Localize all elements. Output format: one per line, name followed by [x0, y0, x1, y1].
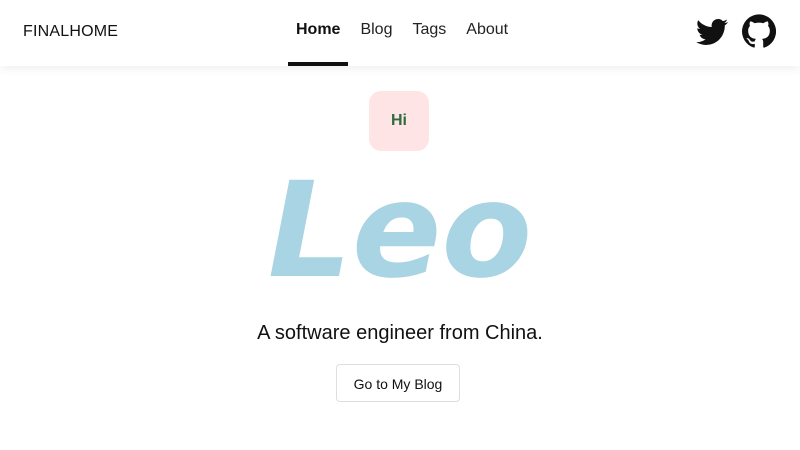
nav-item-label: Blog — [360, 21, 393, 38]
nav-item-label: Tags — [412, 21, 447, 38]
twitter-icon[interactable] — [696, 16, 728, 48]
page: FINALHOME Home Blog Tags About Hi Leo A … — [0, 0, 800, 450]
hero-name-heading: Leo — [0, 162, 800, 292]
main-nav: Home Blog Tags About — [288, 0, 520, 66]
greeting-badge: Hi — [369, 91, 429, 151]
github-icon[interactable] — [742, 14, 776, 48]
go-to-blog-button[interactable]: Go to My Blog — [336, 364, 460, 402]
nav-item-label: Home — [296, 21, 341, 38]
hero-name-text: Leo — [268, 162, 532, 292]
social-links — [696, 14, 776, 48]
top-navigation-bar: FINALHOME Home Blog Tags About — [0, 0, 800, 66]
hero-name-svg: Leo — [268, 162, 532, 292]
nav-item-tags[interactable]: Tags — [404, 0, 454, 62]
nav-item-label: About — [466, 21, 509, 38]
nav-item-home[interactable]: Home — [288, 0, 349, 66]
hero-tagline: A software engineer from China. — [257, 322, 543, 344]
nav-item-about[interactable]: About — [458, 0, 516, 62]
site-logo-link[interactable]: FINALHOME — [23, 23, 118, 41]
nav-item-blog[interactable]: Blog — [352, 0, 400, 62]
hero-section: Hi Leo A software engineer from China. G… — [0, 66, 800, 450]
